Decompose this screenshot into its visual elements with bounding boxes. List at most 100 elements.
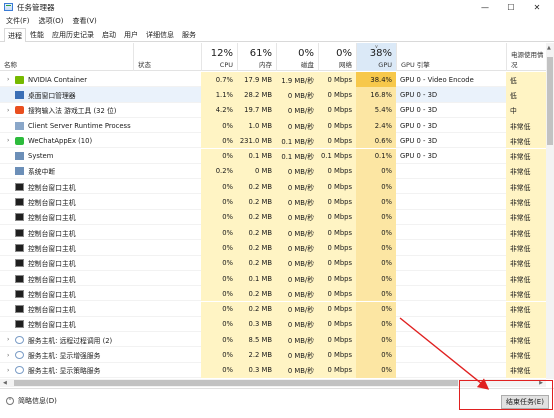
tab-processes[interactable]: 进程 [4, 28, 26, 42]
network-cell: 0 Mbps [318, 102, 356, 118]
minimize-button[interactable]: — [472, 0, 498, 14]
memory-cell: 0.2 MB [237, 209, 276, 225]
window-controls: — ☐ ✕ [472, 0, 550, 14]
tab-users[interactable]: 用户 [120, 28, 142, 41]
table-row[interactable]: 控制台窗口主机 0% 0.2 MB 0 MB/秒 0 Mbps 0% 非常低 [0, 209, 546, 225]
table-row[interactable]: Client Server Runtime Process 0% 1.0 MB 0 M… [0, 117, 546, 134]
memory-cell: 0.2 MB [237, 194, 276, 210]
table-row[interactable]: 控制台窗口主机 0% 0.2 MB 0 MB/秒 0 Mbps 0% 非常低 [0, 301, 546, 317]
cpu-cell: 0% [201, 194, 237, 210]
vertical-scroll-thumb[interactable] [547, 57, 553, 145]
power-usage-cell: 非常低 [506, 362, 546, 378]
process-name: 系统中断 [28, 168, 56, 177]
column-header-power[interactable]: 电源使用情况 [506, 43, 546, 71]
column-header-memory[interactable]: 61% 内存 [237, 43, 276, 71]
table-row[interactable]: › NVIDIA Container 0.7% 17.9 MB 1.9 MB/秒 0 Mb… [0, 72, 546, 88]
process-name-cell: › NVIDIA Container [0, 72, 201, 87]
table-row[interactable]: › 服务主机: 远程过程调用 (2) 0% 8.5 MB 0 MB/秒 0 Mbps 0% 非… [0, 332, 546, 348]
column-header-cpu[interactable]: 12% CPU [201, 43, 237, 71]
process-name: Client Server Runtime Process [28, 121, 131, 130]
csrss-icon [15, 121, 24, 130]
close-button[interactable]: ✕ [524, 0, 550, 14]
column-header-gpu-engine[interactable]: GPU 引擎 [396, 43, 506, 71]
expand-chevron-icon[interactable]: › [7, 107, 15, 114]
cpu-cell: 4.2% [201, 102, 237, 118]
scroll-left-arrow-icon[interactable]: ◀ [3, 380, 7, 386]
table-row[interactable]: 控制台窗口主机 0% 0.2 MB 0 MB/秒 0 Mbps 0% 非常低 [0, 179, 546, 195]
power-usage-cell: 非常低 [506, 179, 546, 195]
sogou-icon [15, 106, 24, 115]
menu-view[interactable]: 查看(V) [72, 16, 96, 26]
gpu-engine-cell [396, 271, 506, 286]
memory-cell: 0.3 MB [237, 316, 276, 333]
column-header-status[interactable]: 状态 [133, 43, 201, 71]
table-row[interactable]: 控制台窗口主机 0% 0.2 MB 0 MB/秒 0 Mbps 0% 非常低 [0, 240, 546, 256]
menu-options[interactable]: 选项(O) [39, 16, 64, 26]
table-row[interactable]: 控制台窗口主机 0% 0.2 MB 0 MB/秒 0 Mbps 0% 非常低 [0, 225, 546, 241]
scroll-right-arrow-icon[interactable]: ▶ [539, 380, 543, 386]
gpu-cell: 0% [356, 209, 396, 225]
power-usage-cell: 非常低 [506, 255, 546, 271]
console-icon [15, 228, 24, 237]
disk-cell: 0 MB/秒 [276, 87, 318, 103]
disk-cell: 0.1 MB/秒 [276, 133, 318, 149]
power-usage-cell: 非常低 [506, 225, 546, 241]
disk-cell: 0 MB/秒 [276, 179, 318, 195]
expand-chevron-icon[interactable]: › [7, 367, 15, 374]
scroll-up-arrow-icon[interactable]: ▲ [547, 45, 551, 51]
expand-chevron-icon[interactable]: › [7, 137, 15, 144]
table-row[interactable]: 控制台窗口主机 0% 0.2 MB 0 MB/秒 0 Mbps 0% 非常低 [0, 194, 546, 210]
tab-performance[interactable]: 性能 [26, 28, 48, 41]
table-row[interactable]: › 服务主机: 显示策略服务 0% 0.3 MB 0 MB/秒 0 Mbps 0% 非常低 [0, 362, 546, 378]
process-name: WeChatAppEx (10) [28, 136, 93, 145]
menu-file[interactable]: 文件(F) [6, 16, 30, 26]
tab-startup[interactable]: 启动 [98, 28, 120, 41]
service-icon [15, 335, 24, 344]
table-row[interactable]: › 服务主机: 显示增强服务 0% 2.2 MB 0 MB/秒 0 Mbps 0% 非常低 [0, 347, 546, 363]
expand-chevron-icon[interactable]: › [7, 336, 15, 343]
expand-chevron-icon[interactable]: › [7, 76, 15, 83]
table-row[interactable]: 控制台窗口主机 0% 0.2 MB 0 MB/秒 0 Mbps 0% 非常低 [0, 255, 546, 271]
power-usage-cell: 非常低 [506, 148, 546, 164]
process-name-cell: › 服务主机: 远程过程调用 (2) [0, 332, 201, 347]
gpu-cell: 2.4% [356, 117, 396, 134]
process-name-cell: 控制台窗口主机 [0, 256, 201, 271]
gpu-engine-cell: GPU 0 - 3D [400, 106, 438, 115]
tab-app-history[interactable]: 应用历史记录 [48, 28, 98, 41]
table-row[interactable]: › WeChatAppEx (10) 0% 231.0 MB 0.1 MB/秒 0 Mbp… [0, 133, 546, 149]
memory-cell: 1.0 MB [237, 117, 276, 134]
network-cell: 0 Mbps [318, 117, 356, 134]
table-row[interactable]: System 0% 0.1 MB 0.1 MB/秒 0.1 Mbps 0.1% GPU 0 … [0, 148, 546, 164]
tab-services[interactable]: 服务 [178, 28, 200, 41]
table-row[interactable]: 控制台窗口主机 0% 0.1 MB 0 MB/秒 0 Mbps 0% 非常低 [0, 270, 546, 287]
vertical-scrollbar[interactable]: ▲ [546, 43, 554, 379]
column-header-gpu[interactable]: ∨ 38% GPU [356, 43, 396, 71]
expand-chevron-icon[interactable]: › [7, 352, 15, 359]
horizontal-scrollbar[interactable]: ◀ ▶ [0, 379, 546, 387]
maximize-button[interactable]: ☐ [498, 0, 524, 14]
interrupt-icon [15, 167, 24, 176]
process-name-cell: 控制台窗口主机 [0, 240, 201, 255]
table-row[interactable]: 桌面窗口管理器 1.1% 28.2 MB 0 MB/秒 0 Mbps 16.8% GPU 0… [0, 87, 546, 103]
memory-cell: 0.1 MB [237, 148, 276, 164]
table-row[interactable]: 控制台窗口主机 0% 0.2 MB 0 MB/秒 0 Mbps 0% 非常低 [0, 286, 546, 302]
table-row[interactable]: › 搜狗输入法 游戏工具 (32 位) 4.2% 19.7 MB 0 MB/秒 0 Mbp… [0, 102, 546, 118]
power-usage-cell: 非常低 [506, 194, 546, 210]
column-header-network[interactable]: 0% 网络 [318, 43, 356, 71]
table-row[interactable]: 系统中断 0.2% 0 MB 0 MB/秒 0 Mbps 0% 非常低 [0, 163, 546, 180]
console-icon [15, 243, 24, 252]
end-task-button[interactable]: 结束任务(E) [501, 395, 549, 409]
process-name: 桌面窗口管理器 [28, 91, 76, 100]
column-header-disk[interactable]: 0% 磁盘 [276, 43, 318, 71]
column-header-name[interactable]: 名称 [0, 43, 133, 71]
disk-cell: 0 MB/秒 [276, 102, 318, 118]
process-name: 控制台窗口主机 [28, 199, 76, 208]
fewer-details-toggle[interactable]: ⌃ 简略信息(D) [6, 396, 57, 406]
network-cell: 0 Mbps [318, 163, 356, 180]
tab-details[interactable]: 详细信息 [142, 28, 178, 41]
network-cell: 0 Mbps [318, 72, 356, 88]
table-row[interactable]: 控制台窗口主机 0% 0.3 MB 0 MB/秒 0 Mbps 0% 非常低 [0, 316, 546, 333]
disk-cell: 0 MB/秒 [276, 301, 318, 317]
horizontal-scroll-thumb[interactable] [14, 380, 458, 386]
gpu-engine-cell [396, 164, 506, 179]
